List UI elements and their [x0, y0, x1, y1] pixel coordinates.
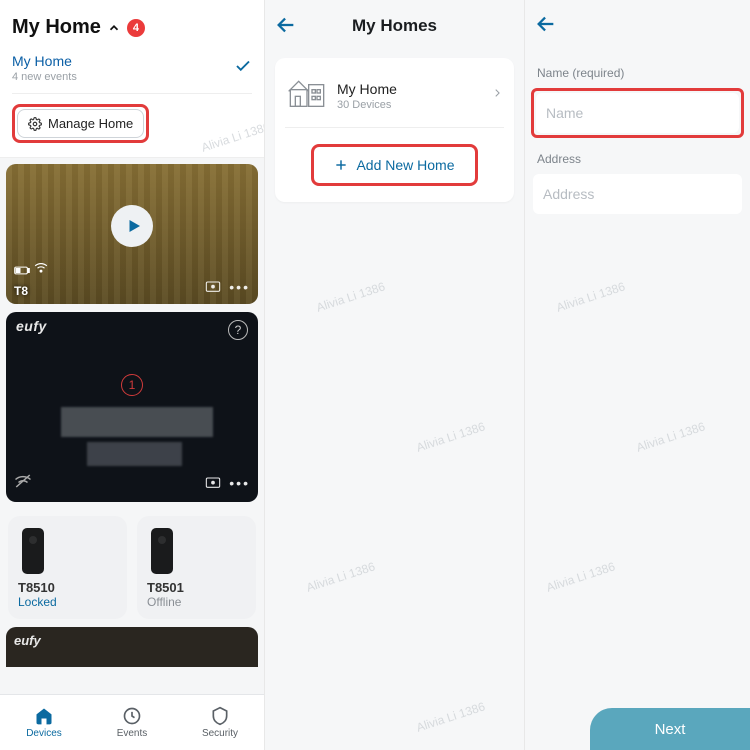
play-icon: [125, 217, 143, 235]
tab-bar: Devices Events Security: [0, 694, 264, 750]
record-icon[interactable]: [205, 279, 221, 296]
name-input[interactable]: [536, 93, 739, 133]
address-input[interactable]: [533, 174, 742, 214]
devices-icon: [34, 706, 54, 726]
arrow-left-icon: [535, 13, 557, 35]
manage-home-wrap: Manage Home: [0, 94, 264, 158]
camera-2-actions: •••: [205, 475, 250, 492]
back-button[interactable]: [275, 14, 297, 41]
watermark: Alivia Li 1386: [415, 419, 487, 454]
events-icon: [122, 706, 142, 726]
arrow-left-icon: [275, 14, 297, 36]
manage-home-label: Manage Home: [48, 116, 133, 131]
highlight-box: Add New Home: [311, 144, 477, 186]
home-title-row[interactable]: My Home 4: [12, 16, 252, 39]
next-button[interactable]: Next: [590, 708, 750, 750]
chevron-right-icon: [492, 85, 502, 106]
page-title: My Homes: [352, 16, 437, 36]
screen-my-homes: My Homes My Home 30 Devices: [265, 0, 525, 750]
header: My Homes: [265, 0, 524, 52]
screen-add-home-form: Name (required) Address Next Alivia Li 1…: [525, 0, 750, 750]
wifi-icon: [34, 260, 48, 278]
home-header: My Home 4 My Home 4 new events: [0, 0, 264, 94]
device-tiles: T8510 Locked T8501 Offline: [0, 510, 264, 619]
device-tile-2[interactable]: T8501 Offline: [137, 516, 256, 619]
manage-home-button[interactable]: Manage Home: [17, 109, 144, 138]
tab-events-label: Events: [117, 728, 148, 739]
device-2-name: T8501: [147, 580, 246, 595]
watermark: Alivia Li 1386: [635, 419, 707, 454]
device-2-status: Offline: [147, 595, 246, 609]
name-label: Name (required): [525, 52, 750, 88]
security-icon: [210, 706, 230, 726]
tab-events[interactable]: Events: [88, 695, 176, 750]
plus-icon: [334, 158, 348, 172]
record-icon[interactable]: [205, 475, 221, 492]
notification-badge: 4: [127, 19, 145, 37]
alert-badge: 1: [121, 374, 143, 396]
house-icon: [287, 76, 327, 115]
blur-region: [61, 407, 212, 437]
camera-2-brand: eufy: [16, 318, 47, 334]
selected-home-sub: 4 new events: [12, 71, 77, 83]
tab-security-label: Security: [202, 728, 238, 739]
no-wifi-icon: [14, 473, 32, 494]
add-new-home-button[interactable]: Add New Home: [316, 149, 472, 181]
highlight-box: [531, 88, 744, 138]
lock-device-icon: [151, 528, 173, 574]
header: [525, 0, 750, 52]
camera-card-3[interactable]: eufy: [6, 627, 258, 667]
more-icon[interactable]: •••: [229, 475, 250, 492]
gear-icon: [28, 117, 42, 131]
camera-1-actions: •••: [205, 279, 250, 296]
camera-card-2[interactable]: eufy ? 1 •••: [6, 312, 258, 502]
play-button[interactable]: [111, 205, 153, 247]
highlight-box: Manage Home: [12, 104, 149, 143]
device-tile-1[interactable]: T8510 Locked: [8, 516, 127, 619]
address-label: Address: [525, 138, 750, 174]
watermark: Alivia Li 1386: [315, 279, 387, 314]
home-list-item[interactable]: My Home 30 Devices: [285, 70, 504, 128]
battery-icon: [14, 266, 30, 278]
screen-home: My Home 4 My Home 4 new events Manage Ho…: [0, 0, 265, 750]
tab-devices[interactable]: Devices: [0, 695, 88, 750]
more-icon[interactable]: •••: [229, 279, 250, 296]
home-title: My Home: [12, 16, 101, 39]
device-1-name: T8510: [18, 580, 117, 595]
back-button[interactable]: [535, 13, 557, 40]
homes-card: My Home 30 Devices Add New Home: [275, 58, 514, 202]
checkmark-icon: [234, 57, 252, 80]
help-icon[interactable]: ?: [228, 320, 248, 340]
selected-home-name: My Home: [12, 53, 77, 69]
home-item-name: My Home: [337, 81, 397, 97]
camera-3-brand: eufy: [14, 633, 41, 648]
device-1-status: Locked: [18, 595, 117, 609]
watermark: Alivia Li 1386: [545, 559, 617, 594]
chevron-up-icon: [107, 21, 121, 35]
add-new-home-label: Add New Home: [356, 157, 454, 173]
blur-region-2: [87, 442, 183, 466]
tab-devices-label: Devices: [26, 728, 62, 739]
watermark: Alivia Li 1386: [415, 699, 487, 734]
next-label: Next: [655, 721, 686, 738]
camera-card-1[interactable]: T8 •••: [6, 164, 258, 304]
home-select-row[interactable]: My Home 4 new events: [12, 53, 252, 94]
watermark: Alivia Li 1386: [305, 559, 377, 594]
lock-device-icon: [22, 528, 44, 574]
home-item-sub: 30 Devices: [337, 99, 397, 111]
watermark: Alivia Li 1386: [555, 279, 627, 314]
camera-1-label: T8: [14, 284, 28, 298]
tab-security[interactable]: Security: [176, 695, 264, 750]
